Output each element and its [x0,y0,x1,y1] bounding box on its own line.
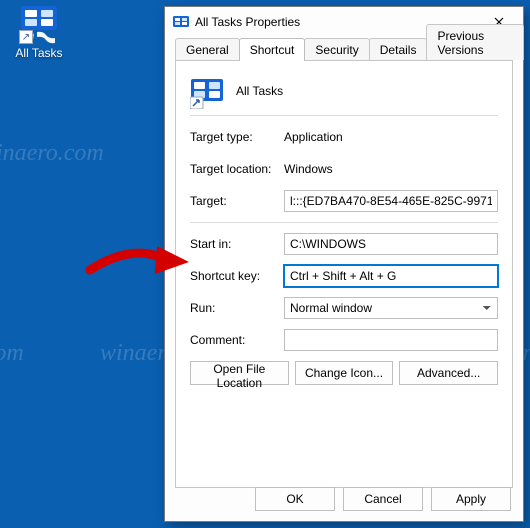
titlebar-icon [173,14,189,30]
label-start-in: Start in: [190,237,284,251]
advanced-button[interactable]: Advanced... [399,361,498,385]
label-run: Run: [190,301,284,315]
watermark: winaero.com [0,340,24,367]
input-comment[interactable] [284,329,498,351]
desktop-shortcut-label: All Tasks [4,46,74,60]
panel-header-title: All Tasks [236,84,283,98]
tabbar: General Shortcut Security Details Previo… [165,37,523,60]
tab-security[interactable]: Security [304,38,369,60]
tab-details[interactable]: Details [369,38,428,60]
tasks-icon: ↗ [19,4,59,44]
input-target[interactable] [284,190,498,212]
tab-previous-versions[interactable]: Previous Versions [426,24,524,60]
label-comment: Comment: [190,333,284,347]
desktop-shortcut-all-tasks[interactable]: ↗ All Tasks [4,4,74,60]
shortcut-overlay-icon: ↗ [19,30,33,44]
input-start-in[interactable] [284,233,498,255]
value-target-location: Windows [284,162,498,176]
properties-dialog: All Tasks Properties General Shortcut Se… [164,6,524,522]
label-target: Target: [190,194,284,208]
select-run[interactable]: Normal window [284,297,498,319]
change-icon-button[interactable]: Change Icon... [295,361,394,385]
open-file-location-button[interactable]: Open File Location [190,361,289,385]
value-target-type: Application [284,130,498,144]
tabpanel-shortcut: All Tasks Target type: Application Targe… [175,60,513,488]
ok-button[interactable]: OK [255,487,335,511]
separator [190,115,498,116]
input-shortcut-key[interactable] [284,265,498,287]
apply-button[interactable]: Apply [431,487,511,511]
label-target-type: Target type: [190,130,284,144]
label-shortcut-key: Shortcut key: [190,269,284,283]
separator [190,222,498,223]
watermark: winaero.com [0,140,104,167]
label-target-location: Target location: [190,162,284,176]
tab-general[interactable]: General [175,38,240,60]
panel-header-icon [190,75,222,107]
tab-shortcut[interactable]: Shortcut [239,38,306,61]
cancel-button[interactable]: Cancel [343,487,423,511]
